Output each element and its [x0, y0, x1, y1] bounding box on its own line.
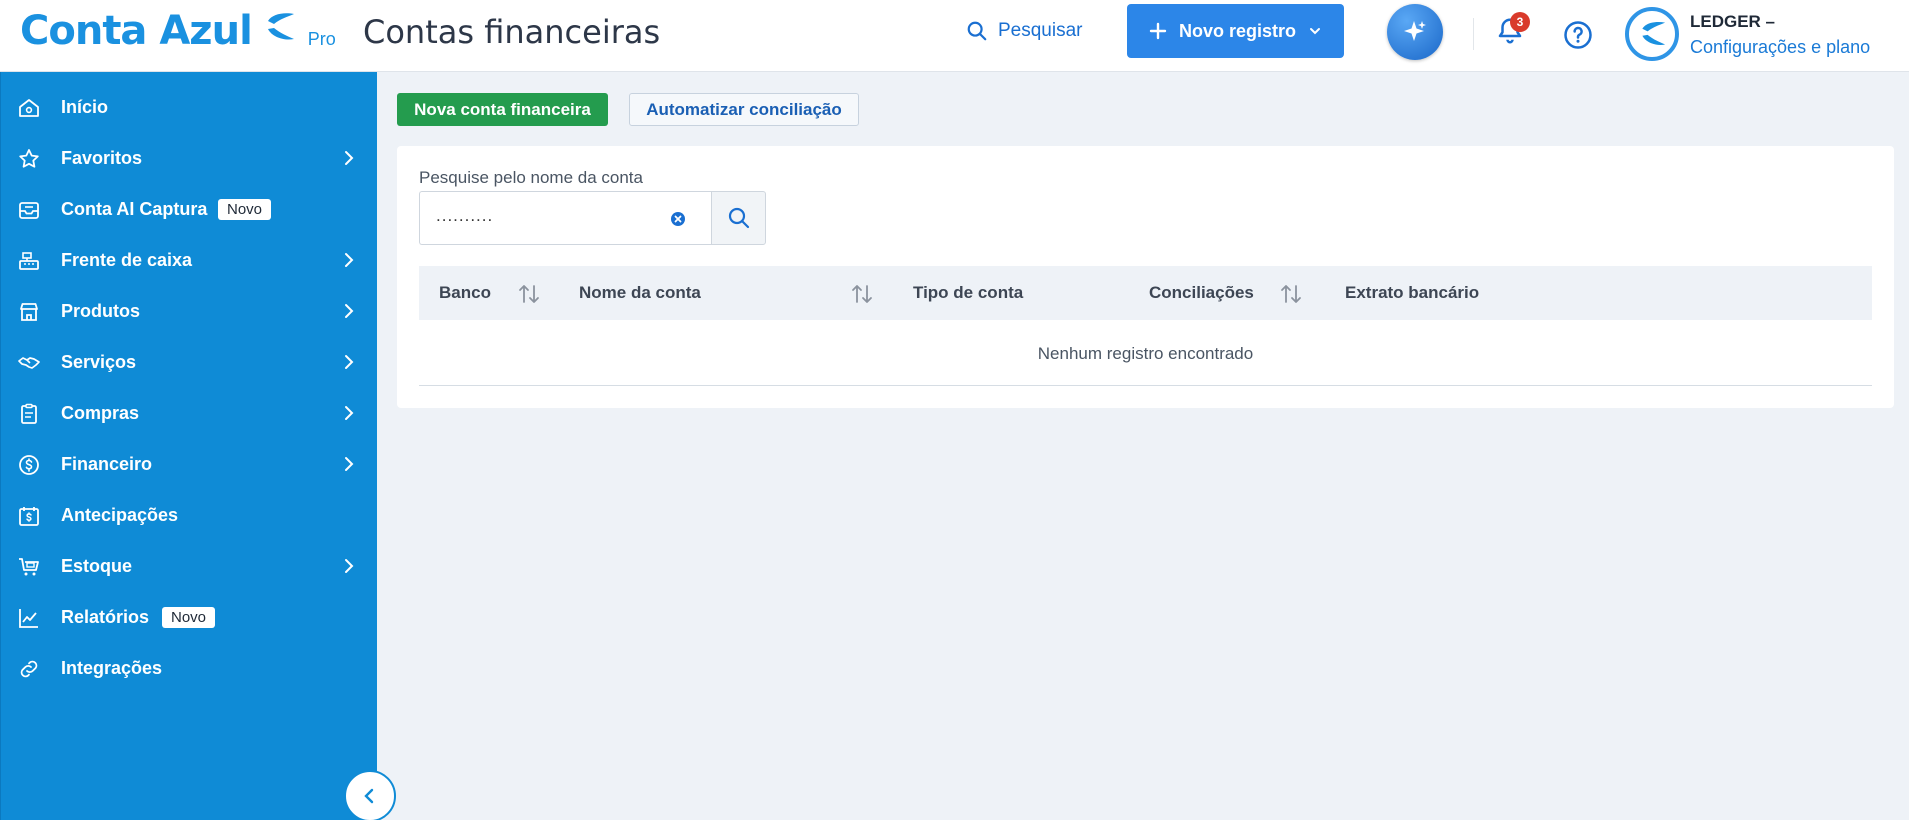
sidebar-item-label: Conta AI Captura: [61, 198, 208, 219]
sidebar-item-frente-de-caixa[interactable]: Frente de caixa: [1, 235, 378, 285]
home-icon: [19, 99, 39, 117]
search-submit-button[interactable]: [711, 191, 766, 245]
brand-name: Conta Azul: [20, 8, 253, 54]
plan-tier: Pro: [307, 29, 336, 49]
sidebar-item-servicos[interactable]: Serviços: [1, 337, 378, 387]
company-name: LEDGER –: [1690, 12, 1776, 31]
column-header-extrato-bancario: Extrato bancário: [1345, 283, 1480, 302]
table-divider: [419, 385, 1872, 386]
sparkle-icon: [1404, 21, 1426, 41]
sidebar-item-produtos[interactable]: Produtos: [1, 286, 378, 336]
sidebar-item-inicio[interactable]: Início: [1, 82, 378, 132]
handshake-icon: [18, 357, 40, 369]
sidebar-item-label: Favoritos: [61, 147, 143, 168]
cash-register-icon: [19, 252, 39, 270]
chevron-right-icon: [345, 355, 354, 369]
header-divider: [1473, 18, 1474, 50]
brand-mark-icon: [1642, 21, 1666, 45]
sidebar-item-label: Frente de caixa: [61, 249, 193, 270]
column-header-banco[interactable]: Banco: [439, 283, 491, 303]
collapse-sidebar-button[interactable]: [344, 770, 396, 820]
top-header: Conta Azul Pro Contas financeiras Pesqui…: [0, 0, 1909, 72]
new-record-button[interactable]: Novo registro: [1127, 4, 1344, 58]
brand-mark-icon: [262, 11, 296, 48]
chevron-right-icon: [345, 151, 354, 165]
column-header-nome-da-conta[interactable]: Nome da conta: [579, 283, 701, 303]
sort-icon[interactable]: [1279, 283, 1303, 305]
sidebar-item-antecipacoes[interactable]: Antecipações: [1, 490, 378, 540]
sidebar-item-label: Relatórios: [61, 606, 150, 627]
account-search-input[interactable]: ..........: [419, 191, 711, 245]
chevron-right-icon: [345, 304, 354, 318]
cart-icon: [19, 558, 39, 576]
new-record-label: Novo registro: [1178, 20, 1297, 41]
column-header-conciliacoes[interactable]: Conciliações: [1149, 283, 1254, 303]
sidebar-item-label: Financeiro: [61, 453, 153, 474]
new-badge: Novo: [218, 198, 272, 220]
settings-and-plan-link[interactable]: Configurações e plano: [1690, 37, 1870, 58]
sidebar-item-label: Integrações: [61, 657, 163, 678]
sidebar-item-label: Início: [61, 96, 109, 117]
chevron-right-icon: [345, 253, 354, 267]
search-icon: [728, 207, 749, 229]
link-icon: [20, 660, 38, 678]
calendar-dollar-icon: [19, 507, 39, 526]
sidebar-item-label: Compras: [61, 402, 140, 423]
sidebar-item-label: Serviços: [61, 351, 137, 372]
automate-reconciliation-button[interactable]: Automatizar conciliação: [629, 93, 859, 126]
chevron-right-icon: [345, 457, 354, 471]
sort-icon[interactable]: [850, 283, 874, 305]
search-input-value: ..........: [436, 206, 494, 225]
sidebar-item-label: Estoque: [61, 555, 133, 576]
chevron-right-icon: [345, 559, 354, 573]
conta-azul-logo[interactable]: Conta Azul Pro: [20, 6, 336, 56]
notification-count-badge: 3: [1510, 12, 1530, 32]
column-header-tipo-de-conta: Tipo de conta: [913, 283, 1024, 302]
sort-icon[interactable]: [517, 283, 541, 305]
empty-state-message: Nenhum registro encontrado: [1037, 344, 1254, 363]
clear-icon[interactable]: [669, 210, 687, 228]
store-icon: [20, 303, 38, 321]
table-header: Banco Nome da conta Tipo de conta Concil…: [419, 266, 1872, 320]
sidebar-item-favoritos[interactable]: Favoritos: [1, 133, 378, 183]
inbox-icon: [19, 202, 39, 219]
sidebar-item-label: Produtos: [61, 300, 140, 321]
sidebar: Início Favoritos Conta AI Captura Novo F…: [0, 72, 377, 820]
chevron-right-icon: [345, 406, 354, 420]
star-icon: [19, 149, 39, 168]
help-icon: [1564, 21, 1592, 49]
accounts-card: Pesquise pelo nome da conta .......... B…: [397, 146, 1894, 408]
search-field-label: Pesquise pelo nome da conta: [419, 168, 643, 187]
clipboard-icon: [21, 403, 37, 424]
search-icon: [967, 21, 987, 41]
help-button[interactable]: [1563, 20, 1593, 55]
plus-icon: [1149, 22, 1167, 40]
new-financial-account-button[interactable]: Nova conta financeira: [397, 93, 608, 126]
sidebar-item-conta-ai-captura[interactable]: Conta AI Captura Novo: [1, 184, 378, 234]
sidebar-item-compras[interactable]: Compras: [1, 388, 378, 438]
sidebar-item-estoque[interactable]: Estoque: [1, 541, 378, 591]
search-label: Pesquisar: [998, 20, 1083, 41]
new-badge: Novo: [162, 606, 216, 628]
page-title: Contas financeiras: [363, 13, 661, 51]
chevron-down-icon: [1310, 28, 1321, 35]
dollar-circle-icon: [19, 455, 39, 475]
ai-assistant-button[interactable]: [1387, 4, 1443, 60]
avatar[interactable]: [1625, 7, 1679, 61]
chevron-left-icon: [364, 788, 374, 804]
sidebar-item-label: Antecipações: [61, 504, 179, 525]
search-button[interactable]: Pesquisar: [966, 20, 1083, 42]
sidebar-item-financeiro[interactable]: Financeiro: [1, 439, 378, 489]
sidebar-item-relatorios[interactable]: Relatórios Novo: [1, 592, 378, 642]
sidebar-item-integracoes[interactable]: Integrações: [1, 643, 378, 693]
chart-line-icon: [19, 609, 38, 628]
